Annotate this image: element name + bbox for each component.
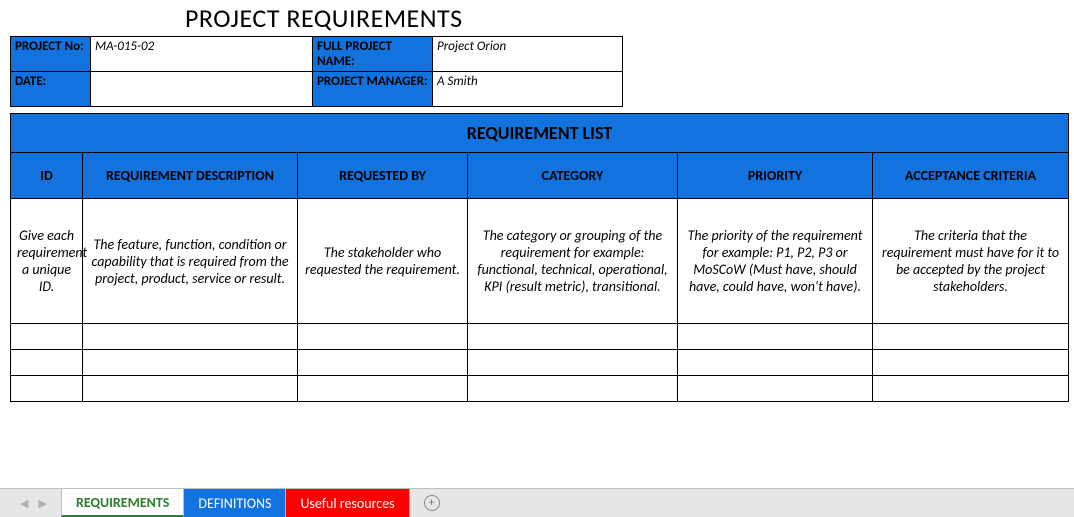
- sheet-tab-bar: ◀ ▶ REQUIREMENTS DEFINITIONS Useful reso…: [0, 488, 1074, 517]
- hint-row: Give each requirement a unique ID. The f…: [11, 199, 1069, 324]
- full-name-label: FULL PROJECT NAME:: [313, 37, 433, 72]
- col-description: REQUIREMENT DESCRIPTION: [83, 153, 298, 199]
- tab-requirements[interactable]: REQUIREMENTS: [61, 489, 184, 517]
- table-row[interactable]: [11, 350, 1069, 376]
- col-acceptance: ACCEPTANCE CRITERIA: [873, 153, 1069, 199]
- pm-label: PROJECT MANAGER:: [313, 72, 433, 107]
- project-info-table: PROJECT No: MA-015-02 FULL PROJECT NAME:…: [10, 36, 623, 107]
- tab-useful-resources[interactable]: Useful resources: [286, 489, 409, 517]
- project-no-label: PROJECT No:: [11, 37, 91, 72]
- tab-scroll-controls[interactable]: ◀ ▶: [0, 489, 61, 517]
- plus-icon: +: [424, 495, 440, 511]
- hint-priority[interactable]: The priority of the requirement for exam…: [678, 199, 873, 324]
- col-priority: PRIORITY: [678, 153, 873, 199]
- date-value[interactable]: [91, 72, 313, 107]
- tab-definitions[interactable]: DEFINITIONS: [184, 489, 286, 517]
- hint-acceptance[interactable]: The criteria that the requirement must h…: [873, 199, 1069, 324]
- full-name-value[interactable]: Project Orion: [433, 37, 623, 72]
- requirements-table: REQUIREMENT LIST ID REQUIREMENT DESCRIPT…: [10, 113, 1069, 402]
- add-sheet-button[interactable]: +: [410, 489, 454, 517]
- hint-category[interactable]: The category or grouping of the requirem…: [468, 199, 678, 324]
- column-headers-row: ID REQUIREMENT DESCRIPTION REQUESTED BY …: [11, 153, 1069, 199]
- requirement-list-header: REQUIREMENT LIST: [11, 114, 1069, 153]
- chevron-left-icon[interactable]: ◀: [20, 497, 28, 510]
- col-category: CATEGORY: [468, 153, 678, 199]
- table-row[interactable]: [11, 324, 1069, 350]
- col-id: ID: [11, 153, 83, 199]
- hint-id[interactable]: Give each requirement a unique ID.: [11, 199, 83, 324]
- date-label: DATE:: [11, 72, 91, 107]
- project-no-value[interactable]: MA-015-02: [91, 37, 313, 72]
- pm-value[interactable]: A Smith: [433, 72, 623, 107]
- hint-desc[interactable]: The feature, function, condition or capa…: [83, 199, 298, 324]
- page-title: PROJECT REQUIREMENTS: [185, 2, 1074, 34]
- table-row[interactable]: [11, 376, 1069, 402]
- hint-requested-by[interactable]: The stakeholder who requested the requir…: [298, 199, 468, 324]
- col-requested-by: REQUESTED BY: [298, 153, 468, 199]
- chevron-right-icon[interactable]: ▶: [38, 497, 46, 510]
